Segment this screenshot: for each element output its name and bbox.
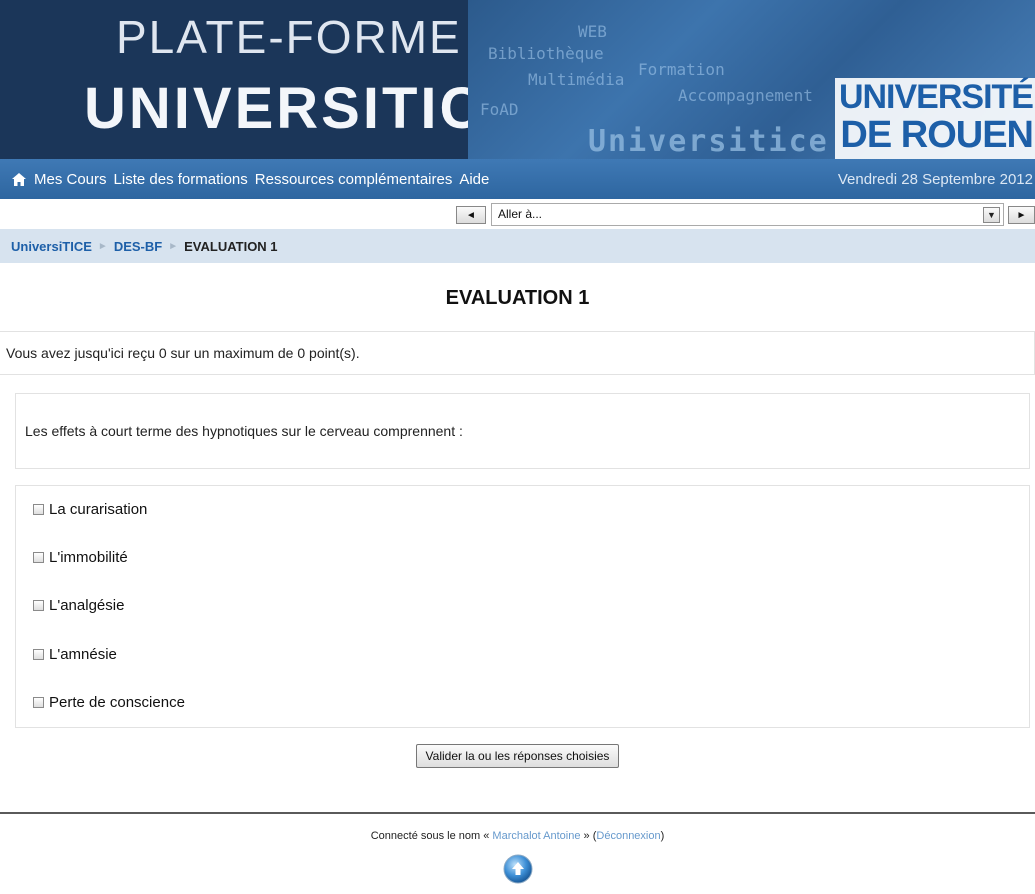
breadcrumb-separator-icon: ► — [168, 240, 179, 252]
answer-label: L'immobilité — [49, 549, 128, 566]
answer-checkbox[interactable] — [33, 649, 44, 660]
answer-option[interactable]: Perte de conscience — [33, 694, 185, 711]
answer-option[interactable]: L'amnésie — [33, 646, 117, 663]
breadcrumb: UniversiTICE ► DES-BF ► EVALUATION 1 — [0, 229, 1035, 263]
login-mid: » ( — [583, 830, 597, 842]
logout-link[interactable]: Déconnexion — [596, 830, 660, 842]
answer-option[interactable]: L'analgésie — [33, 597, 124, 614]
current-date: Vendredi 28 Septembre 2012 — [837, 170, 1033, 188]
next-activity-button[interactable]: ► — [1008, 206, 1035, 224]
breadcrumb-separator-icon: ► — [97, 240, 108, 252]
mosaic-word: Bibliothèque — [488, 44, 604, 63]
jump-to-select[interactable]: Aller à... — [491, 203, 1004, 226]
answer-option[interactable]: L'immobilité — [33, 549, 128, 566]
main-nav: Mes Cours Liste des formations Ressource… — [0, 159, 1035, 199]
nav-link-aide[interactable]: Aide — [459, 171, 489, 188]
answer-checkbox[interactable] — [33, 504, 44, 515]
home-icon[interactable] — [12, 172, 26, 186]
banner-title-line1: PLATE-FORME — [116, 11, 462, 63]
chevron-down-icon[interactable]: ▼ — [983, 207, 1000, 223]
university-logo-line2: DE ROUEN — [840, 114, 1034, 156]
banner-title-line2: UNIVERSITICE — [84, 76, 527, 141]
site-banner: PLATE-FORME UNIVERSITICE WEB Accompagnem… — [0, 0, 1035, 159]
nav-link-liste-formations[interactable]: Liste des formations — [114, 171, 248, 188]
answer-label: Perte de conscience — [49, 694, 185, 711]
answer-option[interactable]: La curarisation — [33, 501, 147, 518]
login-suffix: ) — [660, 830, 665, 842]
breadcrumb-current: EVALUATION 1 — [184, 238, 278, 254]
user-profile-link[interactable]: Marchalot Antoine — [492, 830, 580, 842]
university-logo: UNIVERSITÉ DE ROUEN — [835, 78, 1035, 159]
mosaic-word: Accompagnement — [678, 86, 813, 105]
mosaic-word: FoAD — [480, 100, 519, 119]
banner-mosaic: WEB Accompagnement FoAD Bibliothèque For… — [468, 0, 1035, 159]
mosaic-word: WEB — [578, 22, 607, 41]
mosaic-word: Formation — [638, 60, 725, 79]
mosaic-universitice: Universitice — [588, 124, 829, 159]
answer-checkbox[interactable] — [33, 600, 44, 611]
university-logo-line1: UNIVERSITÉ — [838, 78, 1034, 116]
answer-label: La curarisation — [49, 501, 148, 518]
login-info: Connecté sous le nom « Marchalot Antoine… — [0, 830, 1035, 842]
footer-divider — [0, 812, 1035, 814]
page-title: EVALUATION 1 — [445, 287, 590, 309]
banner-title-area: PLATE-FORME UNIVERSITICE — [0, 0, 523, 159]
answer-label: L'analgésie — [49, 597, 125, 614]
answers-list: La curarisation L'immobilité L'analgésie… — [15, 485, 1030, 728]
answer-label: L'amnésie — [49, 646, 117, 663]
activity-jump-row: ◄ Aller à... ▼ ► — [0, 199, 1035, 229]
nav-link-mes-cours[interactable]: Mes Cours — [34, 171, 107, 188]
question-text: Les effets à court terme des hypnotiques… — [15, 393, 1030, 469]
answer-checkbox[interactable] — [33, 697, 44, 708]
breadcrumb-des-bf[interactable]: DES-BF — [114, 239, 162, 254]
nav-link-ressources[interactable]: Ressources complémentaires — [255, 171, 453, 188]
answer-checkbox[interactable] — [33, 552, 44, 563]
submit-answers-button[interactable]: Valider la ou les réponses choisies — [415, 744, 620, 768]
home-bubble-icon[interactable] — [503, 854, 533, 884]
mosaic-word: Multimédia — [528, 70, 625, 89]
breadcrumb-universitice[interactable]: UniversiTICE — [11, 239, 92, 254]
submit-area: Valider la ou les réponses choisies — [0, 744, 1035, 768]
login-prefix: Connecté sous le nom « — [370, 830, 490, 842]
grade-summary: Vous avez jusqu'ici reçu 0 sur un maximu… — [0, 331, 1035, 375]
previous-activity-button[interactable]: ◄ — [456, 206, 486, 224]
